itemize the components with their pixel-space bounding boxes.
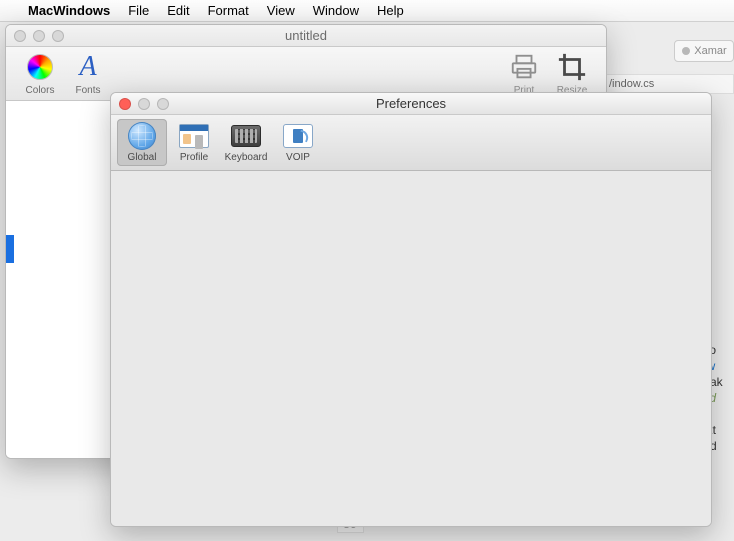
tab-voip-label: VOIP [286, 152, 310, 163]
printer-icon [508, 51, 540, 83]
app-menu[interactable]: MacWindows [28, 3, 110, 18]
resize-button[interactable]: Resize [548, 51, 596, 96]
keyboard-icon [231, 125, 261, 147]
traffic-lights-preferences[interactable] [119, 98, 169, 110]
globe-icon [128, 122, 156, 150]
titlebar-untitled[interactable]: untitled [6, 25, 606, 47]
toolbar-preferences: Global Profile Keyboard VOIP [111, 115, 711, 171]
fonts-button[interactable]: A Fonts [64, 51, 112, 96]
menu-help[interactable]: Help [377, 3, 404, 18]
tab-profile[interactable]: Profile [169, 119, 219, 166]
tab-global-label: Global [128, 152, 157, 163]
bg-xamarin-label: Xamar [694, 45, 726, 57]
menubar: MacWindows File Edit Format View Window … [0, 0, 734, 22]
selection-indicator [6, 235, 14, 263]
voip-icon [283, 124, 313, 148]
bg-xamarin-tab: Xamar [674, 40, 734, 62]
tab-global[interactable]: Global [117, 119, 167, 166]
profile-icon [179, 124, 209, 148]
zoom-button[interactable] [52, 30, 64, 42]
colors-button[interactable]: Colors [16, 51, 64, 96]
tab-profile-label: Profile [180, 152, 208, 163]
colors-label: Colors [26, 85, 55, 96]
menu-view[interactable]: View [267, 3, 295, 18]
font-icon: A [79, 53, 96, 81]
window-preferences[interactable]: Preferences Global Profile Keyboard VOIP [110, 92, 712, 527]
traffic-lights-untitled[interactable] [14, 30, 64, 42]
minimize-button[interactable] [33, 30, 45, 42]
menu-window[interactable]: Window [313, 3, 359, 18]
tab-keyboard[interactable]: Keyboard [221, 119, 271, 166]
close-button[interactable] [119, 98, 131, 110]
titlebar-preferences[interactable]: Preferences [111, 93, 711, 115]
tab-voip[interactable]: VOIP [273, 119, 323, 166]
tab-keyboard-label: Keyboard [225, 152, 268, 163]
print-button[interactable]: Print [500, 51, 548, 96]
crop-icon [556, 51, 588, 83]
close-button[interactable] [14, 30, 26, 42]
color-wheel-icon [27, 54, 53, 80]
zoom-button[interactable] [157, 98, 169, 110]
preferences-body [111, 171, 711, 526]
menu-file[interactable]: File [128, 3, 149, 18]
window-title: Preferences [376, 96, 446, 111]
window-title: untitled [285, 28, 327, 43]
menu-format[interactable]: Format [208, 3, 249, 18]
minimize-button[interactable] [138, 98, 150, 110]
desktop: Xamar /indow.cs olo ew Mak ind oll ext t… [0, 22, 734, 541]
menu-edit[interactable]: Edit [167, 3, 189, 18]
fonts-label: Fonts [75, 85, 100, 96]
bg-file-tab: /indow.cs [604, 74, 734, 94]
